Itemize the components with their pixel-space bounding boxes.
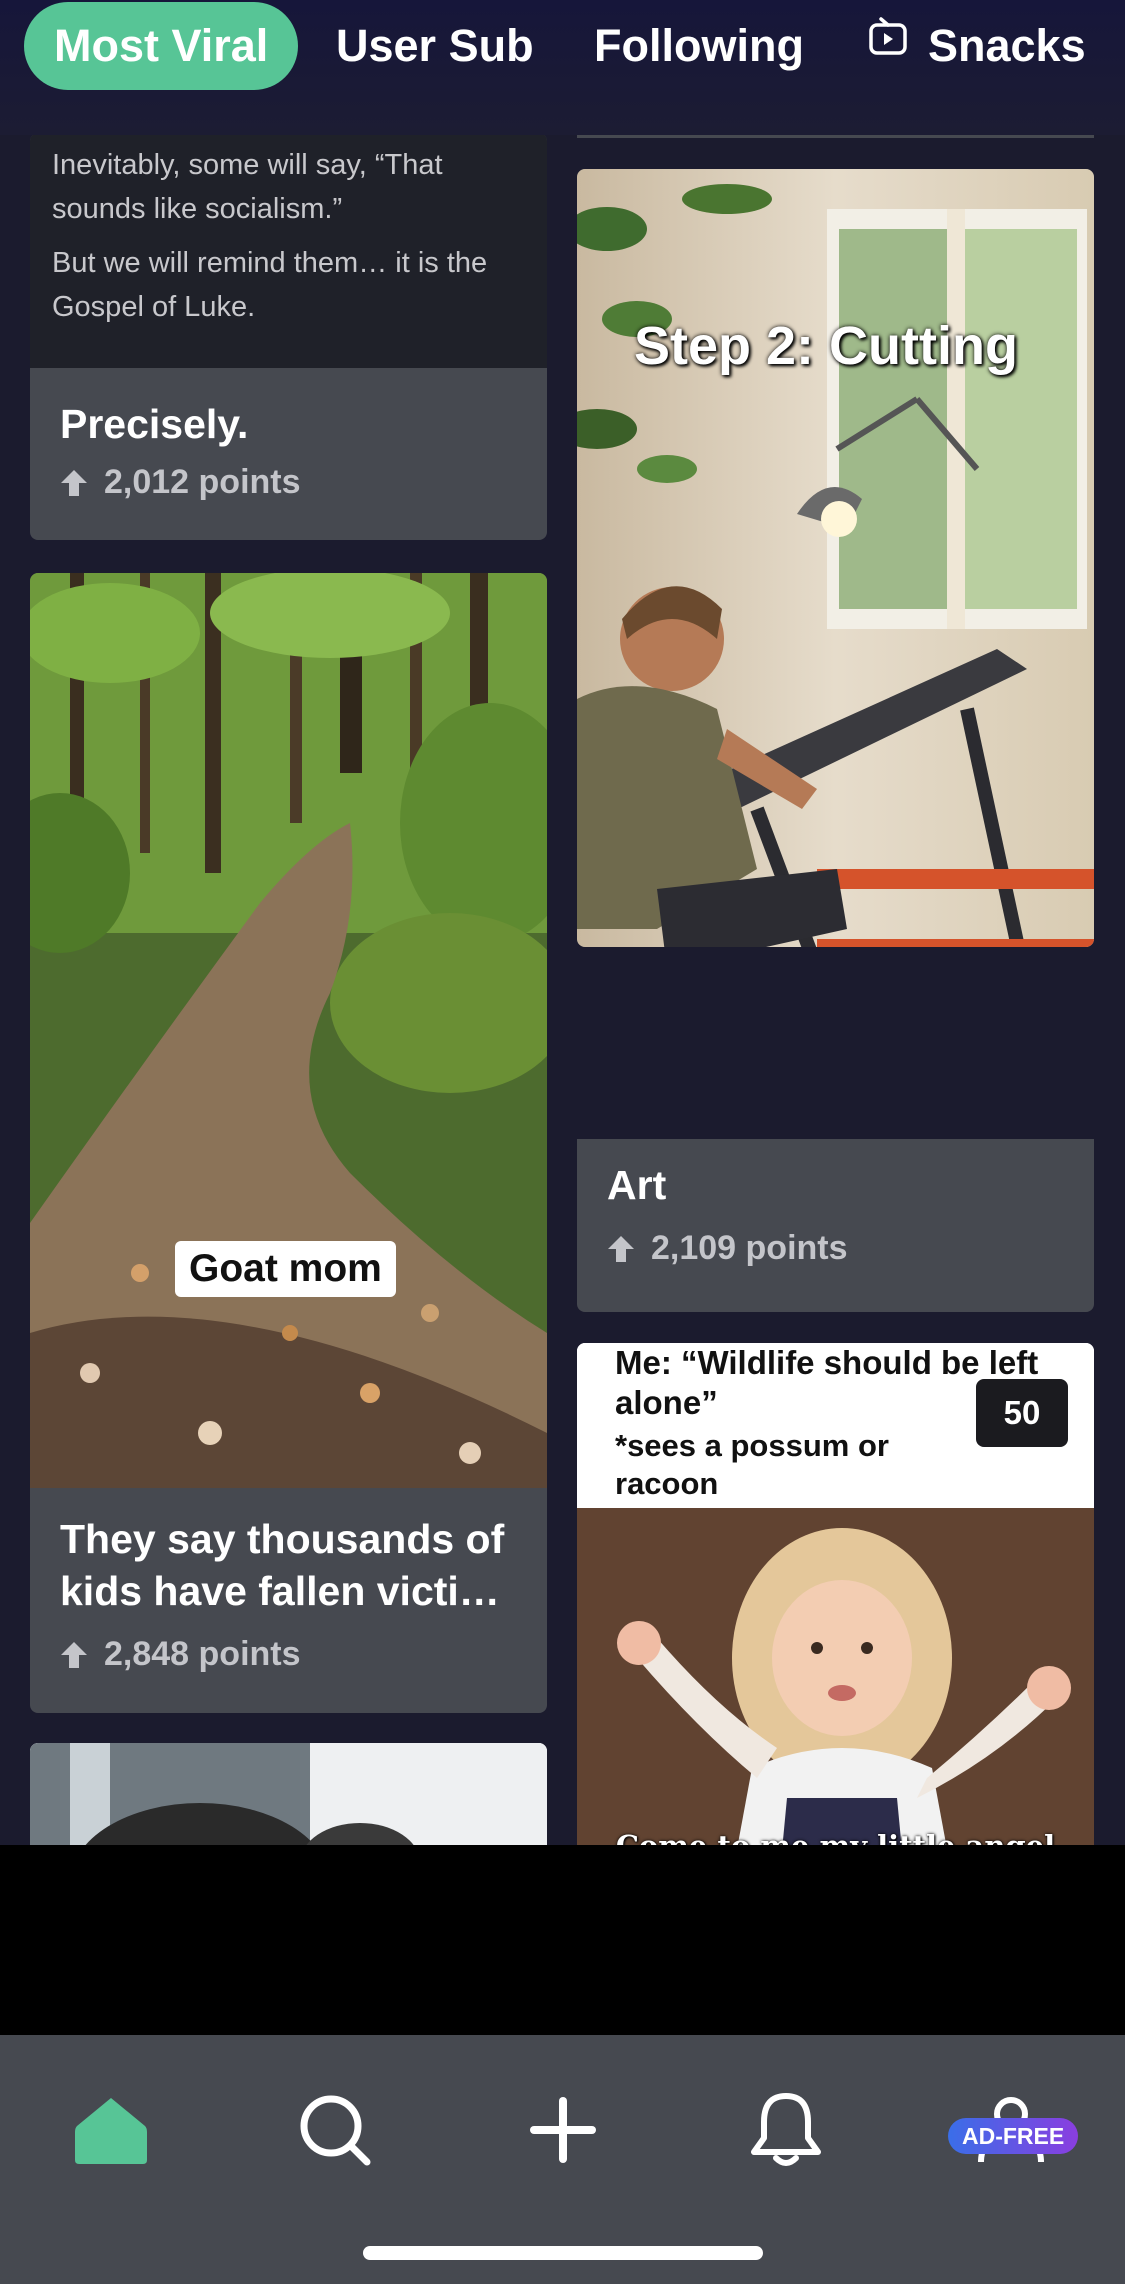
tab-snacks-label: Snacks xyxy=(928,20,1086,71)
bottom-navigation: AD-FREE xyxy=(0,2035,1125,2284)
tab-user-sub[interactable]: User Sub xyxy=(336,2,534,90)
post-card-art-meta[interactable]: Art 2,109 points xyxy=(577,1139,1094,1312)
post-card-partial[interactable] xyxy=(30,1743,547,1845)
tv-icon xyxy=(866,1,910,89)
home-icon xyxy=(75,2098,147,2164)
post-title: They say thousands of kids have fallen v… xyxy=(60,1516,505,1614)
text-post-body: Inevitably, some will say, “That sounds … xyxy=(30,135,547,368)
nav-home-button[interactable] xyxy=(56,2075,166,2185)
nav-notifications-button[interactable] xyxy=(731,2075,841,2185)
text-post-line-2: But we will remind them… it is the Gospe… xyxy=(52,247,488,323)
post-image-art: Step 2: Cutting xyxy=(577,169,1094,947)
image-count-badge: 50 xyxy=(976,1379,1068,1447)
text-post-line-1: Inevitably, some will say, “That sounds … xyxy=(52,149,443,225)
post-points: 2,848 points xyxy=(60,1635,301,1674)
video-overlay-caption: Goat mom xyxy=(175,1241,396,1297)
post-feed[interactable]: Inevitably, some will say, “That sounds … xyxy=(0,135,1125,1845)
top-tab-bar: Most Viral User Sub Following Snacks xyxy=(0,0,1125,135)
post-card-goat[interactable]: Goat mom They say thousands of kids have… xyxy=(30,573,547,1713)
post-card-meme[interactable]: Me: “Wildlife should be left alone” *see… xyxy=(577,1343,1094,1845)
tab-most-viral[interactable]: Most Viral xyxy=(24,2,299,90)
ad-free-badge[interactable]: AD-FREE xyxy=(948,2118,1079,2154)
upvote-arrow-icon xyxy=(608,1235,634,1262)
post-title: Precisely. xyxy=(60,401,249,447)
search-icon xyxy=(300,2095,371,2166)
meme-caption: Come to me my little angel muffin. xyxy=(577,1829,1094,1845)
empty-area xyxy=(0,1845,1125,2035)
upvote-arrow-icon xyxy=(61,469,87,496)
nav-create-button[interactable] xyxy=(508,2075,618,2185)
bell-icon xyxy=(751,2093,821,2166)
post-points: 2,012 points xyxy=(60,463,301,502)
nav-search-button[interactable] xyxy=(280,2075,390,2185)
tab-following[interactable]: Following xyxy=(594,2,804,90)
home-indicator xyxy=(363,2246,763,2260)
plus-icon xyxy=(530,2097,596,2163)
post-card-precisely[interactable]: Inevitably, some will say, “That sounds … xyxy=(30,135,547,540)
post-title: Art xyxy=(607,1162,667,1208)
post-card-art[interactable]: Step 2: Cutting xyxy=(577,169,1094,947)
meme-sub-text: *sees a possum or racoon xyxy=(615,1428,889,1501)
tab-snacks[interactable]: Snacks xyxy=(866,2,1086,90)
post-image-partial xyxy=(30,1743,547,1845)
card-edge-top-right xyxy=(577,135,1094,138)
post-points: 2,109 points xyxy=(607,1229,848,1268)
upvote-arrow-icon xyxy=(61,1641,87,1668)
video-overlay-caption: Step 2: Cutting xyxy=(634,316,1018,376)
post-image-meme: Come to me my little angel muffin. xyxy=(577,1508,1094,1845)
post-image-forest: Goat mom xyxy=(30,573,547,1488)
